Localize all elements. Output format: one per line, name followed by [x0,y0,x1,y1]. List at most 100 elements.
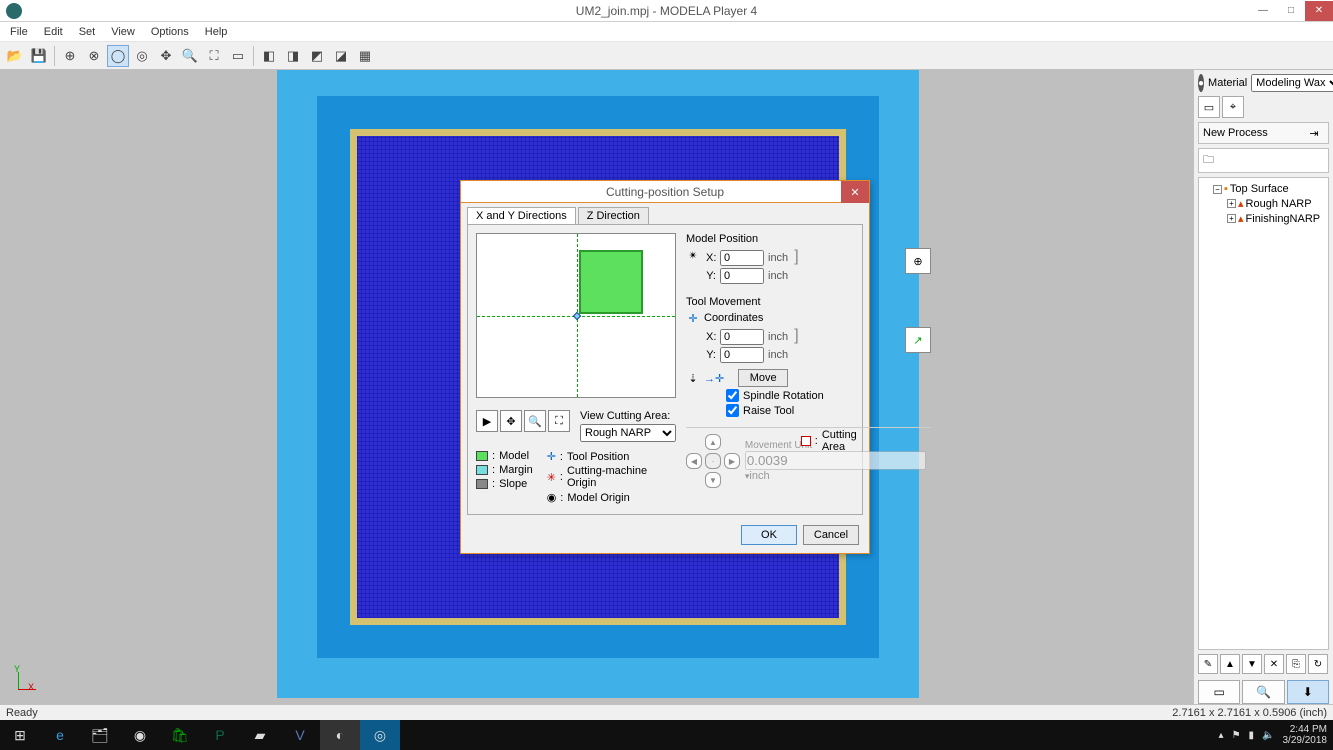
cancel-button[interactable]: Cancel [803,525,859,545]
save-icon[interactable]: 💾 [28,45,50,67]
menu-view[interactable]: View [103,24,143,40]
raise-checkbox[interactable] [726,404,739,417]
tree-item[interactable]: Rough NARP [1246,198,1312,210]
pan-icon[interactable]: ✥ [155,45,177,67]
dpad-left[interactable]: ◀ [686,453,702,469]
fit-icon[interactable]: ⛶ [203,45,225,67]
view-cutting-select[interactable]: Rough NARP [580,424,676,442]
new-process-button[interactable]: New Process ⇥ [1198,122,1329,144]
app1-icon[interactable]: ▰ [240,720,280,750]
up-icon[interactable]: ▲ [1220,654,1240,674]
cut-button[interactable]: ⬇ [1287,680,1329,704]
tray-flag-icon[interactable]: ⚑ [1232,730,1241,741]
expand-icon[interactable]: − [1213,185,1222,194]
goto-button[interactable]: ↗ [905,327,931,353]
legend-carea: Cutting Area [822,429,869,453]
modela-icon[interactable]: ◎ [360,720,400,750]
tray-net-icon[interactable]: ▮ [1249,730,1255,741]
dialog-close-button[interactable]: ✕ [841,181,869,203]
preview-model[interactable] [579,250,643,314]
menu-help[interactable]: Help [197,24,236,40]
new-process-icon: ⇥ [1304,125,1324,141]
ok-button[interactable]: OK [741,525,797,545]
minimize-button[interactable]: — [1249,1,1277,21]
modelpos-x-input[interactable] [720,250,764,266]
toolpath-button[interactable]: 🔍 [1242,680,1284,704]
redo-icon[interactable]: ↻ [1308,654,1328,674]
move-tool-icon[interactable]: ✥ [500,410,522,432]
tree-tab[interactable]: 🗀 [1198,148,1329,173]
down-icon[interactable]: ▼ [1242,654,1262,674]
modelpos-y-input[interactable] [720,268,764,284]
target-icon[interactable]: ◎ [131,45,153,67]
tray-clock[interactable]: 2:44 PM 3/29/2018 [1283,724,1328,746]
iso-back-icon[interactable]: ◨ [282,45,304,67]
start-icon[interactable]: ⊞ [0,720,40,750]
dialog-titlebar[interactable]: Cutting-position Setup ✕ [461,181,869,203]
explorer-icon[interactable]: 🗂 [80,720,120,750]
store-icon[interactable]: 🛍 [160,720,200,750]
toolmove-y-input[interactable] [720,347,764,363]
legend-model: Model [499,450,529,462]
fit-tool-icon[interactable]: ⛶ [548,410,570,432]
tab-xy[interactable]: X and Y Directions [467,207,576,224]
move-button[interactable]: Move [738,369,788,387]
spindle-icon: ⇣ [686,371,700,385]
preview-button[interactable]: ▭ [1198,680,1240,704]
tool-icon[interactable]: ✎ [1198,654,1218,674]
material-icon: ● [1198,74,1204,92]
shade-globe-icon[interactable]: ⊗ [83,45,105,67]
app2-icon[interactable]: ◐ [320,720,360,750]
dialog-preview[interactable] [476,233,676,398]
close-button[interactable]: ✕ [1305,1,1333,21]
expand-icon[interactable]: + [1227,199,1236,208]
dpad-right[interactable]: ▶ [724,453,740,469]
zoom-icon[interactable]: 🔍 [179,45,201,67]
dpad: ▲ ◀ ▶ ▼ · [686,434,735,488]
dpad-up[interactable]: ▲ [705,434,721,450]
publisher-icon[interactable]: P [200,720,240,750]
iso-right-icon[interactable]: ◪ [330,45,352,67]
vlc-icon[interactable]: V [280,720,320,750]
center-button[interactable]: ⊕ [905,248,931,274]
menu-options[interactable]: Options [143,24,197,40]
zoom-tool-icon[interactable]: 🔍 [524,410,546,432]
ie-icon[interactable]: e [40,720,80,750]
expand-icon[interactable]: + [1227,214,1236,223]
y-axis-label: Y [14,664,20,674]
modeling-form-icon[interactable]: ▭ [1198,96,1220,118]
tray-vol-icon[interactable]: 🔈 [1262,730,1274,741]
maximize-button[interactable]: □ [1277,1,1305,21]
rotate-icon[interactable]: ◯ [107,45,129,67]
chrome-icon[interactable]: ◉ [120,720,160,750]
wire-globe-icon[interactable]: ⊕ [59,45,81,67]
dialog-title: Cutting-position Setup [606,185,724,199]
region-icon[interactable]: ▭ [227,45,249,67]
menubar: File Edit Set View Options Help [0,22,1333,42]
tray-up-icon[interactable]: ▴ [1219,730,1224,741]
spindle-checkbox[interactable] [726,389,739,402]
delete-icon[interactable]: ✕ [1264,654,1284,674]
toolmove-x-input[interactable] [720,329,764,345]
process-tree[interactable]: − ▪ Top Surface + ▴ Rough NARP + ▴ Finis… [1198,177,1329,650]
iso-front-icon[interactable]: ◧ [258,45,280,67]
dpad-down[interactable]: ▼ [705,472,721,488]
tree-item[interactable]: FinishingNARP [1246,213,1321,225]
grid-icon[interactable]: ▦ [354,45,376,67]
copy-icon[interactable]: ⎘ [1286,654,1306,674]
material-select[interactable]: Modeling Wax [1251,74,1333,92]
menu-file[interactable]: File [2,24,36,40]
legend-toolpos: Tool Position [567,451,629,463]
open-icon[interactable]: 📂 [4,45,26,67]
tab-z[interactable]: Z Direction [578,207,649,224]
origin-icon[interactable]: ⌖ [1222,96,1244,118]
legend-cmo: Cutting-machine Origin [567,465,676,489]
iso-left-icon[interactable]: ◩ [306,45,328,67]
menu-set[interactable]: Set [71,24,104,40]
taskbar: ⊞ e 🗂 ◉ 🛍 P ▰ V ◐ ◎ ▴ ⚑ ▮ 🔈 2:44 PM 3/29… [0,720,1333,750]
coords-label: Coordinates [704,312,763,324]
tree-root[interactable]: Top Surface [1230,183,1289,195]
status-right: 2.7161 x 2.7161 x 0.5906 (inch) [1172,707,1327,719]
select-tool-icon[interactable]: ▶ [476,410,498,432]
menu-edit[interactable]: Edit [36,24,71,40]
